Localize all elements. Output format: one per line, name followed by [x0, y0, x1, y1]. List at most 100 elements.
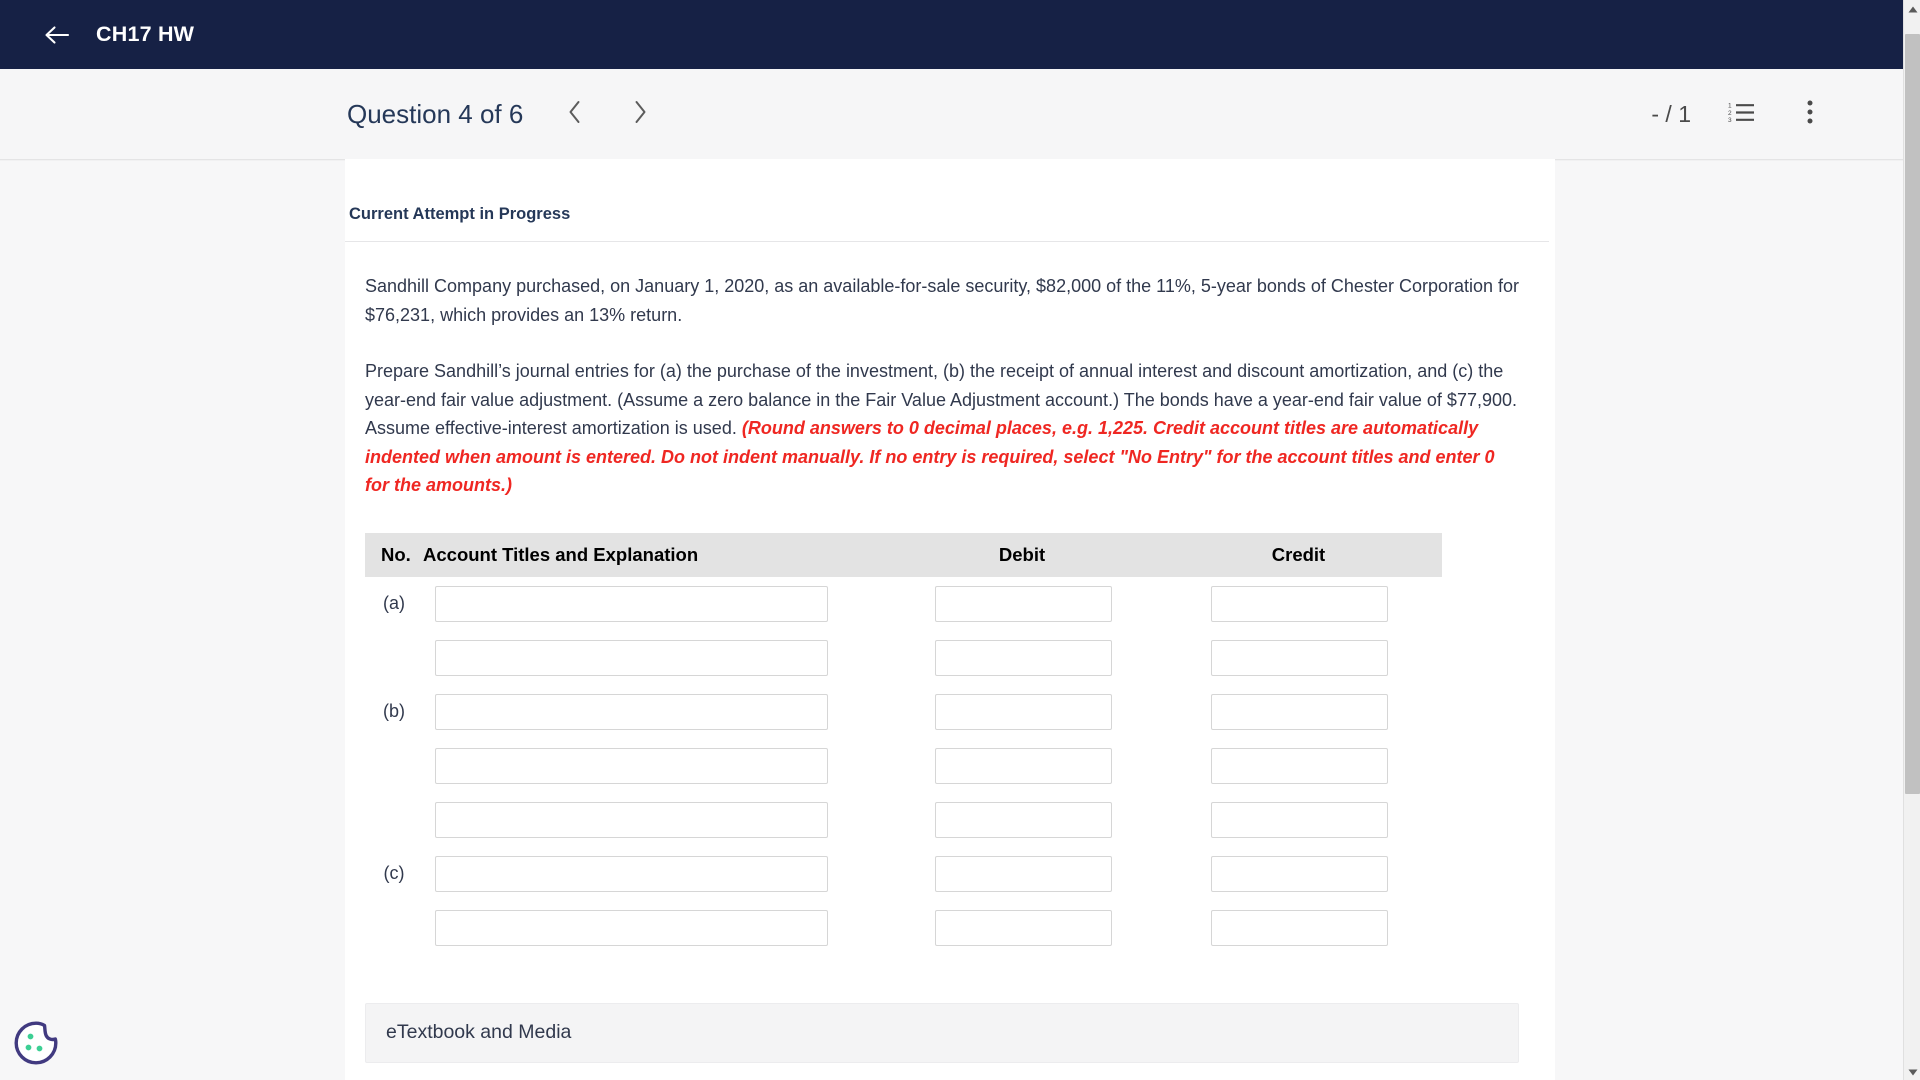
debit-amount-input[interactable] [934, 855, 1112, 892]
account-title-input-cell [423, 901, 889, 955]
debit-amount-input-cell [889, 685, 1155, 739]
account-title-input-cell [423, 685, 889, 739]
top-header-bar: CH17 HW [0, 0, 1903, 69]
question-nav-bar: Question 4 of 6 - / 1 1 2 3 [0, 69, 1903, 159]
row-number-label: (c) [383, 863, 405, 883]
arrow-left-icon [44, 25, 70, 45]
attempt-status-heading: Current Attempt in Progress [345, 159, 1549, 242]
scroll-up-arrow-icon [1908, 0, 1918, 18]
column-header-debit: Debit [889, 532, 1155, 577]
account-title-input-cell [423, 793, 889, 847]
debit-amount-input[interactable] [934, 747, 1112, 784]
credit-amount-input-cell [1155, 847, 1442, 901]
row-number-label: (a) [383, 593, 405, 613]
column-header-no: No. [365, 532, 423, 577]
column-header-account: Account Titles and Explanation [423, 532, 889, 577]
row-number-label [365, 631, 423, 685]
credit-amount-input[interactable] [1211, 747, 1388, 784]
account-title-input[interactable] [435, 855, 828, 892]
journal-table-row [365, 631, 1442, 685]
back-button[interactable] [40, 18, 74, 52]
row-number-label [365, 901, 423, 955]
debit-amount-input[interactable] [934, 909, 1112, 946]
debit-amount-input[interactable] [934, 801, 1112, 838]
svg-text:1: 1 [1728, 102, 1732, 109]
application-root: CH17 HW Question 4 of 6 - / 1 1 2 3 Curr… [0, 0, 1920, 1080]
scrollbar-down-button[interactable] [1904, 1063, 1920, 1080]
credit-amount-input[interactable] [1211, 639, 1388, 676]
account-title-input[interactable] [435, 693, 828, 730]
previous-question-button[interactable] [557, 96, 593, 132]
credit-amount-input[interactable] [1211, 585, 1388, 622]
page-scrollbar[interactable] [1903, 0, 1920, 1080]
debit-amount-input-cell [889, 631, 1155, 685]
account-title-input[interactable] [435, 747, 828, 784]
account-title-input[interactable] [435, 639, 828, 676]
question-counter-label: Question 4 of 6 [347, 98, 524, 129]
credit-amount-input[interactable] [1211, 909, 1388, 946]
row-number-label [365, 739, 423, 793]
row-number-label: (b) [383, 701, 405, 721]
account-title-input[interactable] [435, 585, 828, 622]
debit-amount-input-cell [889, 901, 1155, 955]
more-options-button[interactable] [1793, 97, 1827, 131]
more-vertical-icon [1806, 99, 1814, 130]
credit-amount-input[interactable] [1211, 801, 1388, 838]
debit-amount-input-cell [889, 739, 1155, 793]
journal-entry-table: No. Account Titles and Explanation Debit… [365, 532, 1442, 955]
question-paragraph-2: Prepare Sandhill’s journal entries for (… [365, 357, 1523, 500]
credit-amount-input-cell [1155, 793, 1442, 847]
credit-amount-input[interactable] [1211, 693, 1388, 730]
chevron-left-icon [566, 99, 584, 130]
scrollbar-up-button[interactable] [1904, 0, 1920, 17]
score-display: - / 1 [1651, 100, 1691, 127]
credit-amount-input-cell [1155, 577, 1442, 631]
credit-amount-input-cell [1155, 739, 1442, 793]
journal-table-row [365, 739, 1442, 793]
journal-table-body: (a) (b) (c) [365, 577, 1442, 955]
scroll-down-arrow-icon [1908, 1063, 1918, 1080]
question-paragraph-1: Sandhill Company purchased, on January 1… [365, 276, 1520, 325]
account-title-input-cell [423, 577, 889, 631]
account-title-input[interactable] [435, 909, 828, 946]
question-nav-arrows [557, 96, 658, 132]
scrollbar-thumb[interactable] [1905, 34, 1920, 794]
question-body: Sandhill Company purchased, on January 1… [345, 272, 1555, 1063]
debit-amount-input[interactable] [934, 639, 1112, 676]
row-number-label [365, 793, 423, 847]
account-title-input[interactable] [435, 801, 828, 838]
debit-amount-input-cell [889, 847, 1155, 901]
account-title-input-cell [423, 739, 889, 793]
question-bar-right-controls: - / 1 1 2 3 [1651, 97, 1827, 131]
debit-amount-input-cell [889, 577, 1155, 631]
account-title-input-cell [423, 847, 889, 901]
journal-table-header-row: No. Account Titles and Explanation Debit… [365, 532, 1442, 577]
cookie-icon [13, 1021, 59, 1070]
account-title-input-cell [423, 631, 889, 685]
journal-table-row: (b) [365, 685, 1442, 739]
debit-amount-input[interactable] [934, 585, 1112, 622]
journal-table-row: (c) [365, 847, 1442, 901]
credit-amount-input-cell [1155, 685, 1442, 739]
credit-amount-input-cell [1155, 631, 1442, 685]
column-header-credit: Credit [1155, 532, 1442, 577]
numbered-list-icon: 1 2 3 [1728, 100, 1756, 129]
svg-text:2: 2 [1728, 109, 1732, 116]
question-list-button[interactable]: 1 2 3 [1725, 97, 1759, 131]
etextbook-label: eTextbook and Media [386, 1021, 572, 1043]
credit-amount-input[interactable] [1211, 855, 1388, 892]
app-title: CH17 HW [96, 22, 195, 46]
journal-table-row: (a) [365, 577, 1442, 631]
question-content-card: Current Attempt in Progress Sandhill Com… [345, 159, 1555, 1080]
journal-table-head: No. Account Titles and Explanation Debit… [365, 532, 1442, 577]
next-question-button[interactable] [622, 96, 658, 132]
journal-table-row [365, 901, 1442, 955]
debit-amount-input[interactable] [934, 693, 1112, 730]
svg-text:3: 3 [1728, 117, 1732, 124]
etextbook-and-media-panel[interactable]: eTextbook and Media [365, 1002, 1519, 1063]
debit-amount-input-cell [889, 793, 1155, 847]
credit-amount-input-cell [1155, 901, 1442, 955]
chevron-right-icon [631, 99, 649, 130]
cookie-settings-button[interactable] [13, 1020, 59, 1066]
journal-table-row [365, 793, 1442, 847]
